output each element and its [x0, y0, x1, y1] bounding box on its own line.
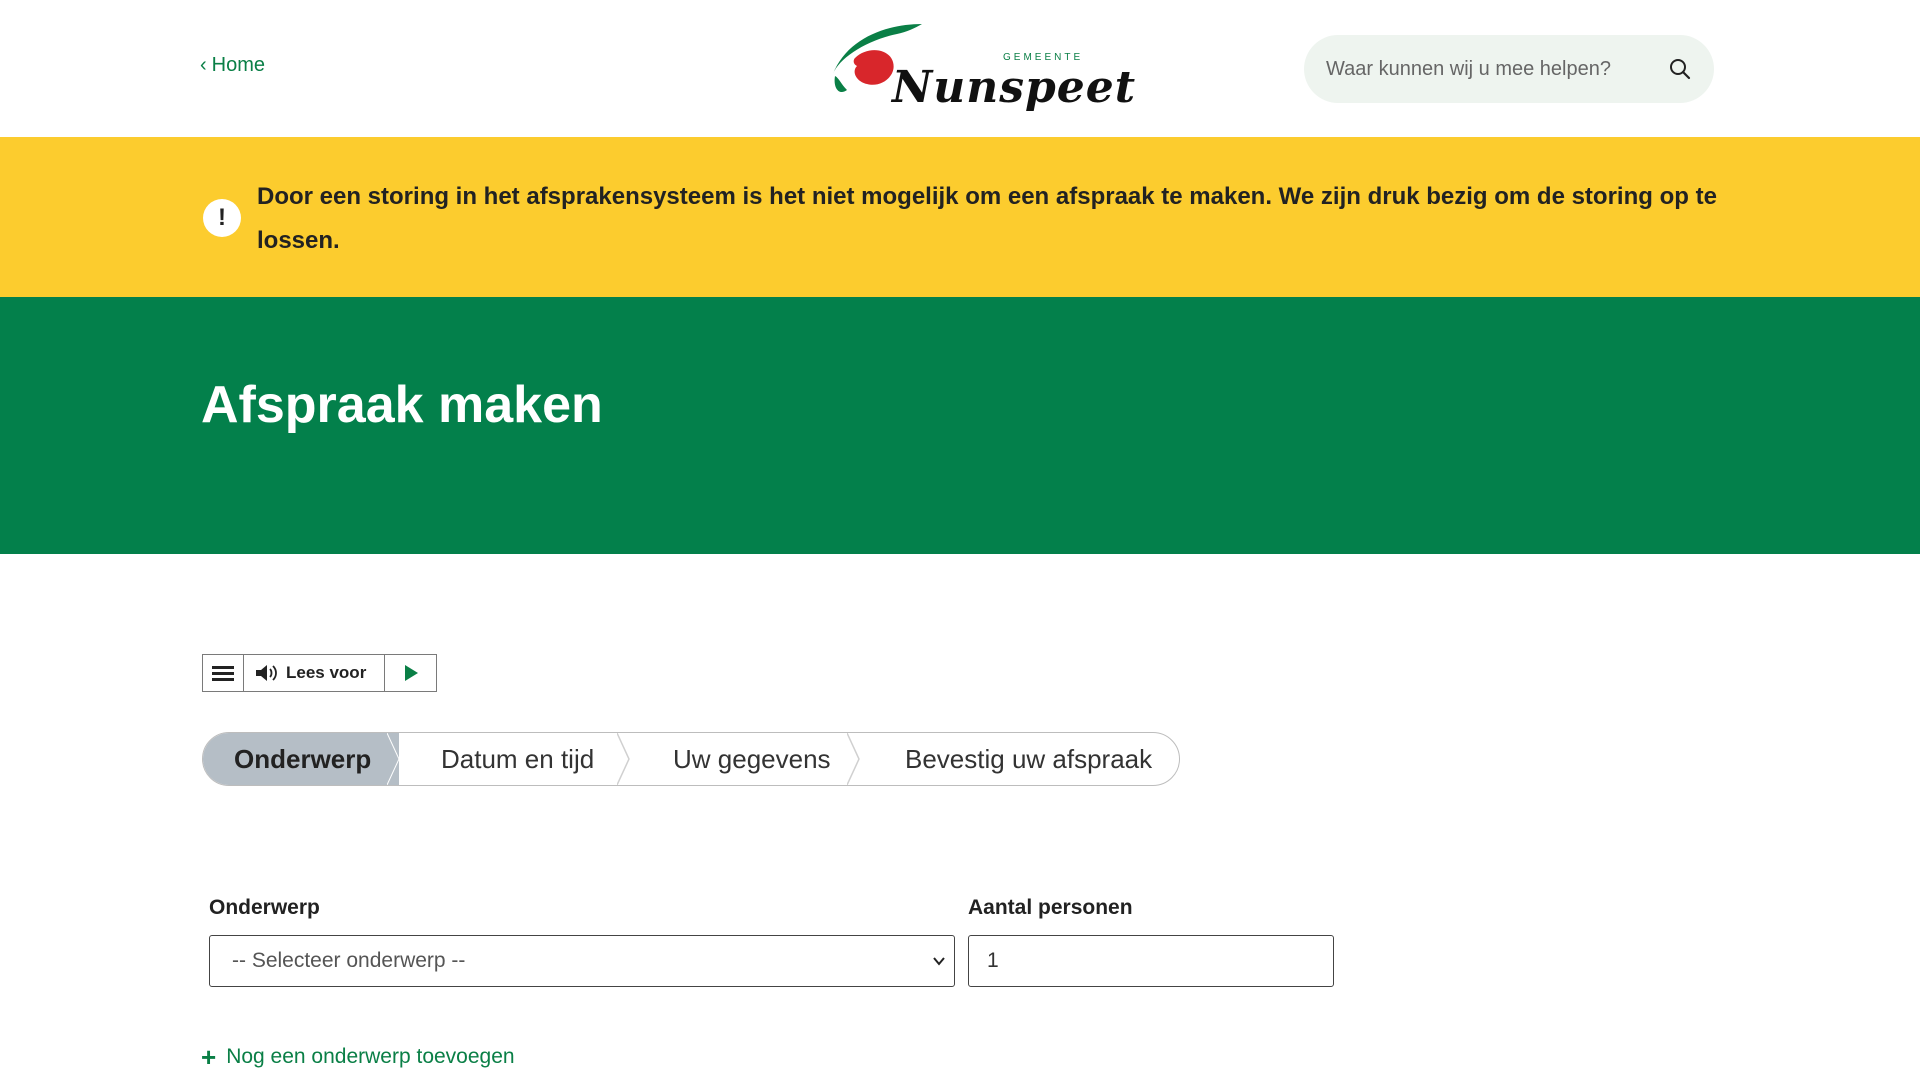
- subject-select-value: -- Selecteer onderwerp --: [232, 949, 466, 972]
- page-hero: Afspraak maken: [0, 297, 1920, 554]
- search-box: [1304, 35, 1714, 103]
- step-label: Datum en tijd: [441, 743, 595, 774]
- add-subject-label: Nog een onderwerp toevoegen: [226, 1045, 515, 1068]
- step-label: Uw gegevens: [673, 743, 831, 774]
- page-title: Afspraak maken: [201, 376, 603, 434]
- hamburger-icon: [212, 665, 234, 669]
- subject-label: Onderwerp: [209, 896, 320, 919]
- chevron-left-icon: ‹: [200, 54, 207, 76]
- appointment-steps: Onderwerp Datum en tijd Uw gegevens Beve…: [202, 732, 1180, 786]
- add-subject-link[interactable]: + Nog een onderwerp toevoegen: [201, 1042, 515, 1072]
- outage-alert-banner: ! Door een storing in het afsprakensyste…: [0, 137, 1920, 297]
- search-input[interactable]: [1324, 56, 1664, 82]
- subject-select[interactable]: -- Selecteer onderwerp --: [209, 935, 955, 987]
- home-link[interactable]: ‹ Home: [200, 54, 265, 77]
- site-header: ‹ Home GEMEENTE Nunspeet: [0, 0, 1920, 137]
- step-separator-icon: [387, 733, 400, 785]
- exclamation-icon: !: [203, 199, 241, 237]
- play-icon: [404, 665, 418, 681]
- play-button[interactable]: [385, 655, 436, 691]
- alert-message: Door een storing in het afsprakensysteem…: [257, 183, 1717, 254]
- step-subject: Onderwerp: [203, 733, 400, 785]
- read-aloud-label: Lees voor: [286, 663, 367, 682]
- search-icon[interactable]: [1668, 57, 1692, 81]
- step-separator-icon: [847, 733, 860, 785]
- persons-label: Aantal personen: [968, 896, 1133, 919]
- persons-input[interactable]: [968, 935, 1334, 987]
- home-link-label: Home: [211, 54, 266, 76]
- step-your-details: Uw gegevens: [629, 733, 860, 785]
- plus-icon: +: [201, 1042, 217, 1072]
- step-confirm: Bevestig uw afspraak: [859, 733, 1179, 785]
- step-label: Onderwerp: [234, 743, 372, 774]
- read-aloud-toolbar: Lees voor: [202, 654, 437, 692]
- hamburger-icon: [212, 677, 234, 681]
- read-aloud-menu-button[interactable]: [203, 655, 244, 691]
- hamburger-icon: [212, 671, 234, 675]
- logo-wordmark: Nunspeet: [892, 62, 1137, 113]
- step-separator-icon: [617, 733, 630, 785]
- step-date-time: Datum en tijd: [399, 733, 630, 785]
- read-aloud-button[interactable]: Lees voor: [244, 655, 385, 691]
- municipality-logo[interactable]: GEMEENTE Nunspeet: [827, 18, 1135, 120]
- chevron-down-icon: [933, 957, 945, 966]
- speaker-icon: [256, 665, 277, 681]
- step-label: Bevestig uw afspraak: [905, 743, 1153, 774]
